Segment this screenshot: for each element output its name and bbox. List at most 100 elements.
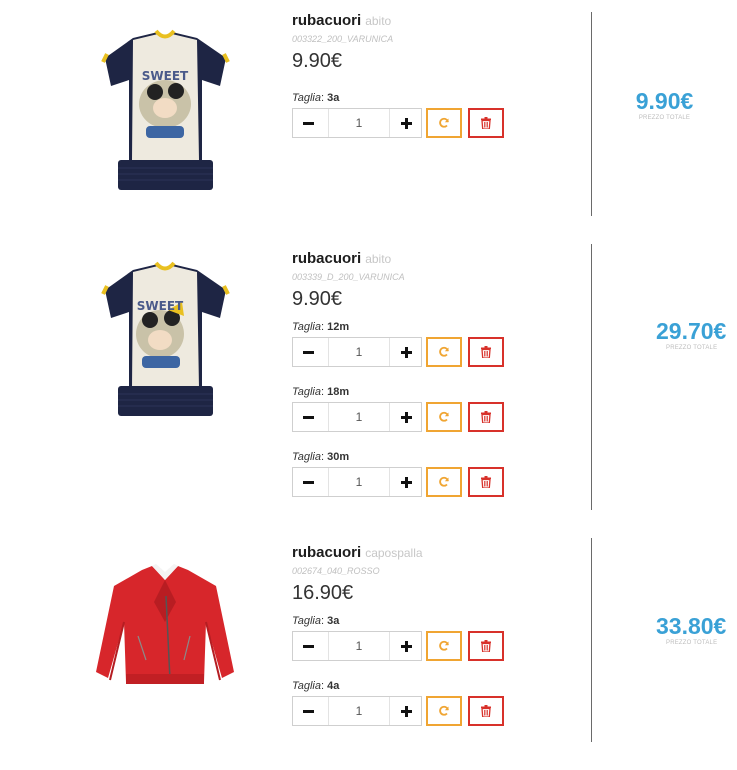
product-price: 9.90€ [292, 50, 343, 72]
quantity-controls [292, 337, 504, 369]
quantity-input[interactable] [328, 697, 390, 725]
quantity-controls [292, 467, 504, 499]
product-brand[interactable]: rubacuori [292, 544, 361, 561]
refresh-icon [439, 411, 449, 422]
decrease-quantity-button[interactable] [293, 403, 323, 431]
decrease-quantity-button[interactable] [293, 468, 323, 496]
increase-quantity-button[interactable] [391, 338, 421, 366]
minus-icon [302, 350, 314, 354]
size-row: Taglia: 18m [292, 386, 504, 434]
update-button[interactable] [426, 631, 462, 661]
product-image[interactable]: SWEET [98, 260, 233, 420]
product-category: abito [365, 252, 392, 266]
trash-icon [481, 346, 491, 358]
item-divider [591, 244, 592, 510]
product-sku: 003322_200_VARUNICA [292, 34, 394, 44]
decrease-quantity-button[interactable] [293, 338, 323, 366]
size-label: Taglia: 4a [292, 680, 340, 692]
total-amount: 33.80€ [656, 613, 727, 639]
total-amount: 29.70€ [656, 318, 727, 344]
size-value: 12m [327, 321, 350, 333]
product-category: abito [365, 14, 392, 28]
refresh-icon [439, 476, 449, 487]
size-row: Taglia: 30m [292, 451, 504, 499]
delete-button[interactable] [468, 467, 504, 497]
quantity-controls [292, 696, 504, 728]
delete-button[interactable] [468, 108, 504, 138]
product-sku: 003339_D_200_VARUNICA [292, 272, 405, 282]
delete-button[interactable] [468, 631, 504, 661]
size-label: Taglia: 30m [292, 451, 350, 463]
item-total: 9.90€ PREZZO TOTALE [592, 88, 737, 121]
product-price: 16.90€ [292, 582, 354, 604]
total-amount: 9.90€ [635, 88, 694, 114]
quantity-controls [292, 631, 504, 663]
item-divider [591, 538, 592, 742]
size-row: Taglia: 3a [292, 615, 504, 663]
product-brand[interactable]: rubacuori [292, 250, 361, 267]
size-value: 3a [327, 92, 340, 104]
svg-text:SWEET: SWEET [142, 69, 189, 83]
size-value: 4a [327, 680, 340, 692]
minus-icon [302, 480, 314, 484]
trash-icon [481, 640, 491, 652]
quantity-input[interactable] [328, 632, 390, 660]
product-brand[interactable]: rubacuori [292, 12, 361, 29]
quantity-input[interactable] [328, 403, 390, 431]
trash-icon [481, 476, 491, 488]
trash-icon [481, 705, 491, 717]
quantity-stepper [292, 337, 422, 367]
update-button[interactable] [426, 402, 462, 432]
refresh-icon [439, 705, 449, 716]
update-button[interactable] [426, 337, 462, 367]
delete-button[interactable] [468, 402, 504, 432]
update-button[interactable] [426, 696, 462, 726]
minus-icon [302, 644, 314, 648]
quantity-controls [292, 108, 504, 140]
quantity-input[interactable] [328, 109, 390, 137]
update-button[interactable] [426, 467, 462, 497]
increase-quantity-button[interactable] [391, 632, 421, 660]
size-value: 18m [327, 386, 350, 398]
minus-icon [302, 415, 314, 419]
quantity-stepper [292, 108, 422, 138]
total-label: PREZZO TOTALE [638, 115, 691, 121]
decrease-quantity-button[interactable] [293, 697, 323, 725]
refresh-icon [439, 117, 449, 128]
product-image[interactable] [90, 562, 240, 698]
trash-icon [481, 411, 491, 423]
quantity-input[interactable] [328, 338, 390, 366]
increase-quantity-button[interactable] [391, 697, 421, 725]
quantity-stepper [292, 631, 422, 661]
quantity-controls [292, 402, 504, 434]
decrease-quantity-button[interactable] [293, 632, 323, 660]
quantity-input[interactable] [328, 468, 390, 496]
refresh-icon [439, 640, 449, 651]
item-total: 29.70€ PREZZO TOTALE [656, 318, 726, 351]
size-label: Taglia: 18m [292, 386, 350, 398]
size-row: Taglia: 3a [292, 92, 504, 140]
size-label: Taglia: 3a [292, 615, 340, 627]
product-sku: 002674_040_ROSSO [292, 566, 380, 576]
decrease-quantity-button[interactable] [293, 109, 323, 137]
increase-quantity-button[interactable] [391, 109, 421, 137]
delete-button[interactable] [468, 337, 504, 367]
trash-icon [481, 117, 491, 129]
update-button[interactable] [426, 108, 462, 138]
size-label: Taglia: 3a [292, 92, 340, 104]
total-label: PREZZO TOTALE [666, 640, 718, 646]
size-value: 30m [327, 451, 350, 463]
product-price: 9.90€ [292, 288, 343, 310]
item-total: 33.80€ PREZZO TOTALE [656, 613, 726, 646]
delete-button[interactable] [468, 696, 504, 726]
product-image[interactable]: SWEET [98, 28, 233, 196]
product-category: capospalla [365, 546, 423, 560]
increase-quantity-button[interactable] [391, 403, 421, 431]
quantity-stepper [292, 402, 422, 432]
total-label: PREZZO TOTALE [666, 345, 718, 351]
size-row: Taglia: 4a [292, 680, 504, 728]
increase-quantity-button[interactable] [391, 468, 421, 496]
minus-icon [302, 121, 314, 125]
quantity-stepper [292, 696, 422, 726]
size-label: Taglia: 12m [292, 321, 350, 333]
